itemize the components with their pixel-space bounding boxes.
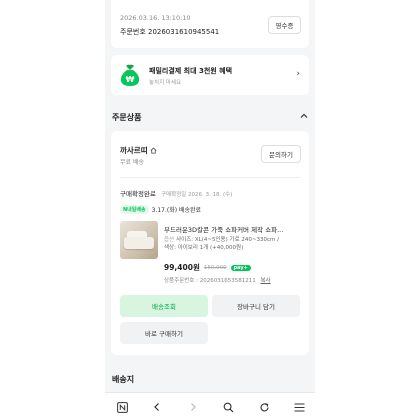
delivery-text: 3.17.(화) 배송완료 [151, 207, 202, 214]
forward-icon[interactable] [185, 399, 201, 415]
section-title-address: 배송지 [112, 375, 135, 384]
refresh-icon[interactable] [256, 399, 272, 415]
order-detail-page: 2026.03.16. 13:10:10 주문번호 20260316109455… [105, 0, 315, 420]
product-order-number: 상품주문번호 : 2026031653581211 복사 [164, 276, 271, 284]
back-icon[interactable] [149, 399, 165, 415]
section-title-ordered-items: 주문상품 [112, 113, 142, 122]
track-delivery-button[interactable]: 배송조회 [120, 295, 208, 317]
naver-home-icon[interactable] [114, 399, 130, 415]
buy-again-button[interactable]: 바로 구매하기 [120, 322, 208, 344]
inquiry-button[interactable]: 문의하기 [261, 145, 301, 163]
chevron-up-icon[interactable] [300, 112, 308, 120]
delivery-status: N내일배송 3.17.(화) 배송완료 [120, 205, 201, 214]
promo-title: 패밀리결제 최대 3천원 혜택 [149, 67, 233, 75]
product-thumbnail[interactable] [120, 221, 158, 259]
receipt-button[interactable]: 영수증 [268, 16, 301, 34]
money-bag-icon: ₩ [120, 64, 140, 86]
product-name[interactable]: 부드러운3D칼콘 가죽 쇼파커버 제작 쇼파... [164, 224, 299, 234]
copy-link[interactable]: 복사 [260, 278, 270, 284]
product-order-number-text: 상품주문번호 : 2026031653581211 [164, 278, 256, 284]
ordered-product-card: 까사르띠 무료 배송 문의하기 구매확정완료 구매확정일 2026. 3. 18… [111, 131, 309, 355]
option-line-2: 색상: 아이보리 1개 (+40,000원) [164, 244, 244, 251]
browser-bottom-bar [105, 392, 315, 420]
npay-plus-badge: pay+ [230, 264, 251, 271]
chevron-right-icon: › [296, 69, 300, 79]
product-options: 옵션 사이즈: XL(4~5인용) 가로 240~330cm / 색상: 아이보리… [164, 237, 299, 253]
svg-text:₩: ₩ [126, 75, 135, 84]
search-icon[interactable] [220, 399, 236, 415]
product-price: 99,400원 [164, 263, 200, 272]
home-icon [150, 147, 157, 154]
option-label: 옵션 [164, 237, 175, 243]
order-number: 주문번호 2026031610945541 [120, 28, 220, 36]
divider [120, 177, 300, 178]
order-info-card: 2026.03.16. 13:10:10 주문번호 20260316109455… [111, 0, 309, 48]
confirm-date: 구매확정일 2026. 3. 18. (수) [160, 192, 233, 198]
next-day-delivery-badge: N내일배송 [120, 205, 149, 214]
store-name: 까사르띠 [120, 146, 148, 155]
shipping-info: 무료 배송 [120, 159, 144, 166]
status-label: 구매확정완료 [120, 190, 156, 198]
store-name-link[interactable]: 까사르띠 [120, 145, 157, 156]
order-datetime: 2026.03.16. 13:10:10 [120, 14, 191, 22]
menu-icon[interactable] [291, 399, 307, 415]
promo-subtitle: 놓치지 마세요 [149, 80, 182, 86]
family-pay-promo-banner[interactable]: ₩ 패밀리결제 최대 3천원 혜택 놓치지 마세요 › [111, 55, 309, 95]
price-row: 99,400원 150,000 pay+ [164, 262, 251, 273]
original-price: 150,000 [203, 264, 227, 271]
add-to-cart-button[interactable]: 장바구니 담기 [212, 295, 300, 317]
purchase-status: 구매확정완료 구매확정일 2026. 3. 18. (수) [120, 188, 232, 198]
option-line-1: 사이즈: XL(4~5인용) 가로 240~330cm / [176, 237, 279, 243]
